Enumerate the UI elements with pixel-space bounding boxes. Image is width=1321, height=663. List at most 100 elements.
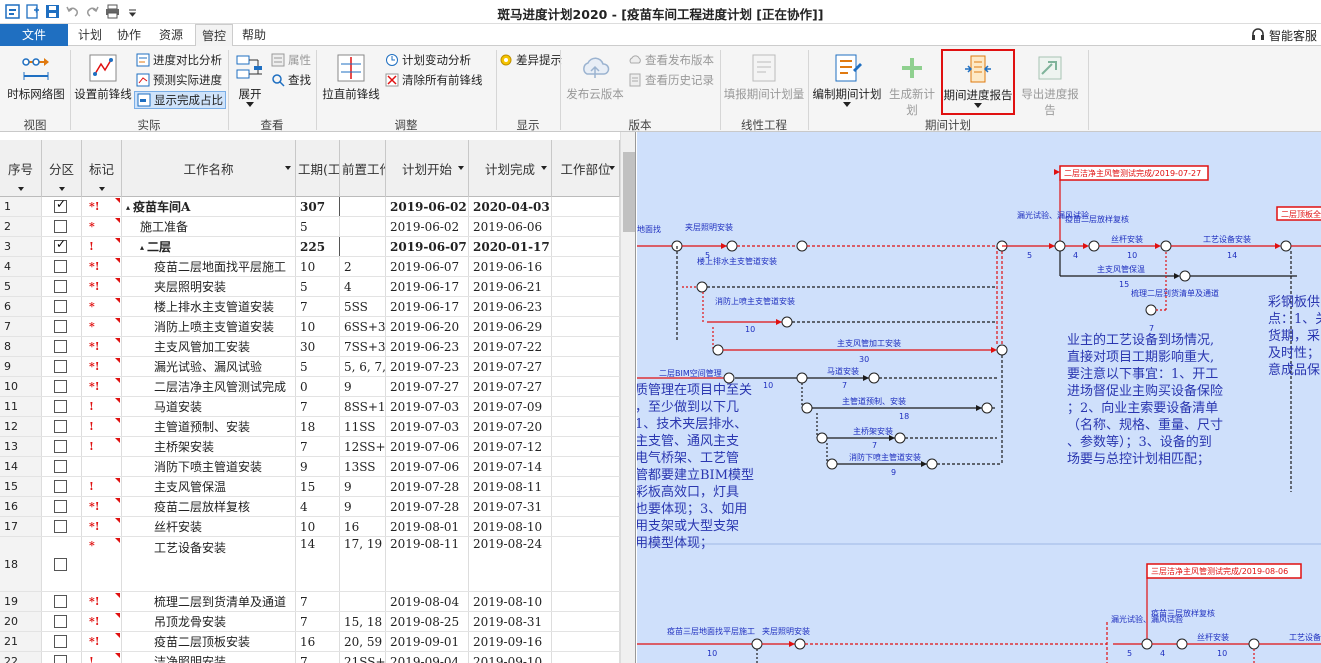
row-checkbox[interactable] [54,220,67,233]
header-zone-filter-icon[interactable] [58,187,65,191]
row-pred[interactable]: 9 [340,377,386,396]
expand-dropdown-icon[interactable] [246,102,254,107]
row-dept[interactable] [552,457,620,476]
row-name-cell[interactable]: 洁净照明安装 [122,652,296,663]
row-checkbox[interactable] [54,320,67,333]
row-duration[interactable]: 5 [296,357,340,376]
row-dept[interactable] [552,237,620,256]
event-node[interactable] [696,281,708,293]
table-row[interactable]: 14 消防下喷主管道安装 9 13SS 2019-07-06 2019-07-14 [0,457,620,477]
row-dept[interactable] [552,217,620,236]
row-checkbox[interactable] [54,340,67,353]
row-finish[interactable]: 2019-07-22 [469,337,552,356]
row-pred[interactable]: 16 [340,517,386,536]
row-name-cell[interactable]: 夹层照明安装 [122,277,296,296]
edit-period-plan-button[interactable]: 编制期间计划 [811,52,883,107]
row-finish[interactable]: 2019-07-14 [469,457,552,476]
table-row[interactable]: 12! 主管道预制、安装 18 11SS 2019-07-03 2019-07-20 [0,417,620,437]
view-published-button[interactable]: 查看发布版本 [628,52,714,68]
row-dept[interactable] [552,477,620,496]
row-finish[interactable]: 2019-06-29 [469,317,552,336]
row-dept[interactable] [552,257,620,276]
period-report-dropdown-icon[interactable] [974,103,982,108]
row-checkbox[interactable] [54,197,67,213]
row-start[interactable]: 2019-06-20 [386,317,469,336]
table-row[interactable]: 22! 洁净照明安装 721SS+32019-09-042019-09-10 [0,652,620,663]
row-pred[interactable]: 20, 59 [340,632,386,651]
row-start[interactable]: 2019-07-23 [386,357,469,376]
table-row[interactable]: 1*!▴疫苗车间A3072019-06-022020-04-03 [0,197,620,217]
row-checkbox[interactable] [54,400,67,413]
row-start[interactable]: 2019-07-06 [386,457,469,476]
row-name-cell[interactable]: 梳理二层到货清单及通道 [122,592,296,611]
table-row[interactable]: 17 *! 丝杆安装 10 16 2019-08-01 2019-08-10 [0,517,620,537]
grid-vertical-scrollbar[interactable] [620,132,635,663]
table-row[interactable]: 21 *! 疫苗二层顶板安装 16 20, 59 2019-09-01 2019-09-16 [0,632,620,652]
row-duration[interactable]: 7 [296,652,340,663]
event-node[interactable] [1248,638,1260,650]
table-row[interactable]: 11! 马道安装 78SS+102019-07-032019-07-09 [0,397,620,417]
row-pred[interactable]: 2 [340,257,386,276]
find-button[interactable]: 查找 [271,72,311,88]
event-node[interactable] [751,638,763,650]
row-dept[interactable] [552,437,620,456]
event-node[interactable] [801,402,813,414]
period-report-button[interactable]: 期间进度报告 [941,49,1015,115]
row-finish[interactable]: 2019-09-10 [469,652,552,663]
table-row[interactable]: 2 * 施工准备 5 2019-06-02 2019-06-06 [0,217,620,237]
header-dept[interactable]: 工作部位 [552,140,620,197]
row-finish[interactable]: 2020-01-17 [469,237,552,256]
event-node[interactable] [981,402,993,414]
header-mark-filter-icon[interactable] [98,187,105,191]
row-pred[interactable]: 5, 6, 7, [340,357,386,376]
row-pred[interactable]: 13SS [340,457,386,476]
row-dept[interactable] [552,197,620,216]
header-name[interactable]: 工作名称 [122,140,296,197]
row-dept[interactable] [552,592,620,611]
table-row[interactable]: 18 * 工艺设备安装 14 17, 19 2019-08-11 2019-08-24 [0,537,620,592]
row-dept[interactable] [552,337,620,356]
generate-new-plan-button[interactable]: 生成新计划 [884,52,940,118]
event-node[interactable] [726,240,738,252]
event-node[interactable] [712,344,724,356]
view-history-button[interactable]: 查看历史记录 [628,72,714,88]
table-row[interactable]: 5 *! 夹层照明安装 5 4 2019-06-17 2019-06-21 [0,277,620,297]
row-pred[interactable] [340,592,386,611]
table-row[interactable]: 16 *! 疫苗二层放样复核 4 9 2019-07-28 2019-07-31 [0,497,620,517]
row-name-cell[interactable]: ▴ 疫苗车间A [122,197,296,216]
timescale-network-button[interactable]: 时标网络图 [4,52,68,102]
table-row[interactable]: 6 * 楼上排水主支管道安装 7 5SS 2019-06-17 2019-06-23 [0,297,620,317]
row-name-cell[interactable]: 马道安装 [122,397,296,416]
event-node[interactable] [796,240,808,252]
event-node[interactable] [1176,638,1188,650]
row-pred[interactable]: 11SS [340,417,386,436]
table-row[interactable]: 19 *! 梳理二层到货清单及通道 7 2019-08-04 2019-08-10 [0,592,620,612]
row-start[interactable]: 2019-07-28 [386,497,469,516]
row-name-cell[interactable]: 主管道预制、安装 [122,417,296,436]
export-report-button[interactable]: 导出进度报告 [1016,52,1084,118]
row-duration[interactable]: 7 [296,437,340,456]
row-finish[interactable]: 2019-06-21 [469,277,552,296]
row-duration[interactable]: 15 [296,477,340,496]
smart-service-button[interactable]: 智能客服 [1251,27,1317,44]
row-duration[interactable]: 225 [296,237,340,256]
row-duration[interactable]: 4 [296,497,340,516]
event-node[interactable] [1145,304,1157,316]
table-row[interactable]: 9 *! 漏光试验、漏风试验 5 5, 6, 7, 2019-07-23 2019-07-2… [0,357,620,377]
row-name-cell[interactable]: 疫苗二层地面找平层施工 [122,257,296,276]
clear-frontlines-button[interactable]: 清除所有前锋线 [385,72,483,88]
event-node[interactable] [1179,270,1191,282]
fill-period-plan-button[interactable]: 填报期间计划量 [722,52,806,102]
row-start[interactable]: 2019-09-04 [386,652,469,663]
row-finish[interactable]: 2019-08-11 [469,477,552,496]
row-pred[interactable]: 6SS+3 [340,317,386,336]
row-pred[interactable]: 9 [340,497,386,516]
table-row[interactable]: 7 * 消防上喷主支管道安装 10 6SS+3 2019-06-20 2019-06-29 [0,317,620,337]
row-checkbox[interactable] [54,300,67,313]
row-dept[interactable] [552,632,620,651]
row-finish[interactable]: 2019-07-31 [469,497,552,516]
row-start[interactable]: 2019-07-28 [386,477,469,496]
header-mark[interactable]: 标记 [82,140,122,197]
tab-help[interactable]: 帮助 [240,24,268,46]
row-name-cell[interactable]: 吊顶龙骨安装 [122,612,296,631]
